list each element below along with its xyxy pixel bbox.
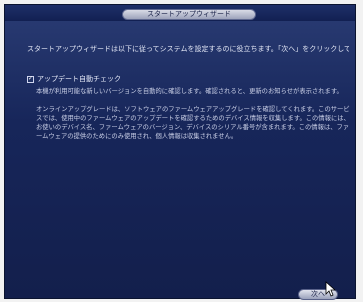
auto-update-label: アップデート自動チェック [37,74,121,83]
screen: スタートアップウィザード スタートアップウィザードは以下に従ってシステムを設定す… [0,0,363,302]
auto-update-option[interactable]: ✓ アップデート自動チェック [27,74,121,84]
description-paragraph: オンラインアップグレードは、ソフトウェアのファームウェアアップグレードを確認して… [36,106,350,140]
auto-update-description: 本機が利用可能な新しいバージョンを自動的に確認します。確認されると、更新のお知ら… [36,87,354,141]
startup-wizard-dialog: スタートアップウィザード スタートアップウィザードは以下に従ってシステムを設定す… [4,4,356,299]
mouse-pointer-icon [325,281,336,297]
auto-update-checkbox[interactable]: ✓ [27,75,34,83]
checkmark-icon: ✓ [27,75,34,82]
intro-text: スタートアップウィザードは以下に従ってシステムを設定するのに役立ちます。「次へ」… [27,45,349,53]
description-paragraph: 本機が利用可能な新しいバージョンを自動的に確認します。確認されると、更新のお知ら… [36,88,343,95]
dialog-title: スタートアップウィザード [122,9,256,20]
title-bar: スタートアップウィザード [5,5,355,21]
